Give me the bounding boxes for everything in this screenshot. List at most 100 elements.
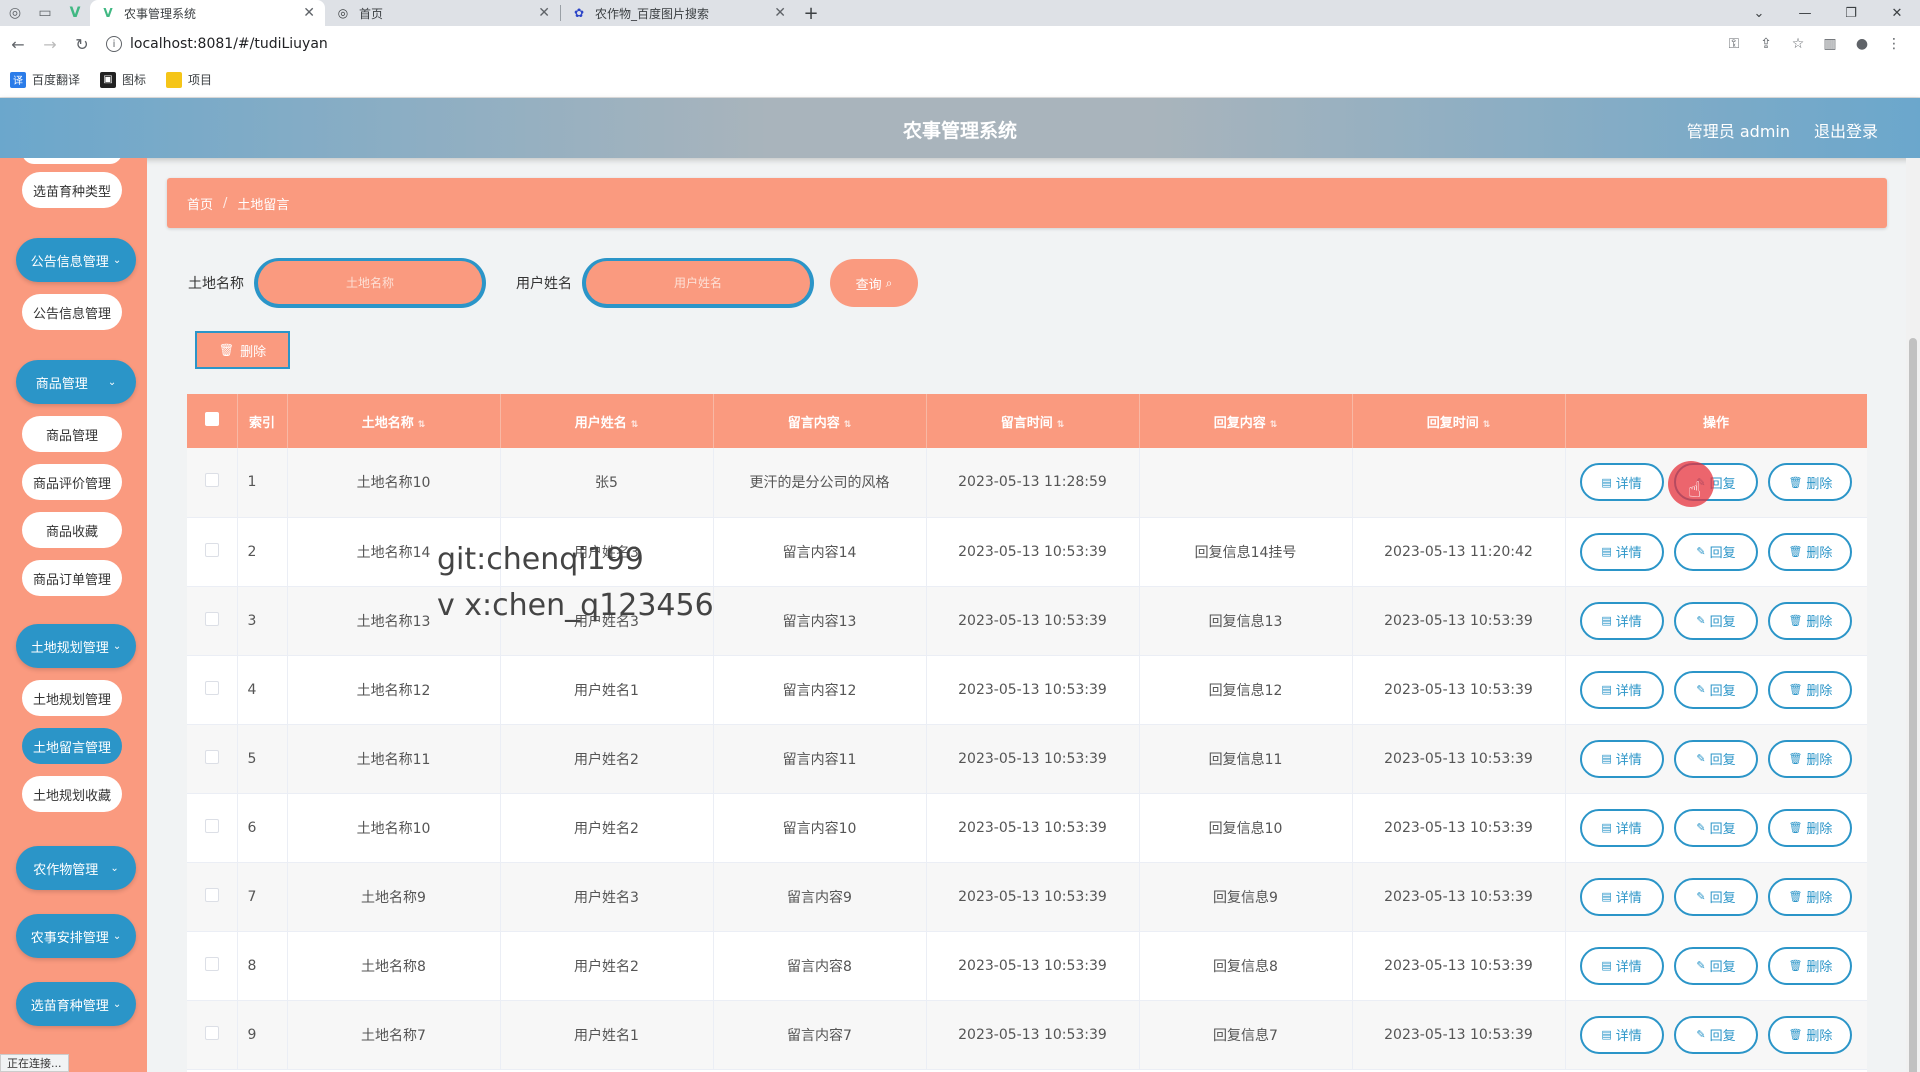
blank-tab-icon[interactable]: ▭ (30, 0, 60, 26)
table-row[interactable]: 9 土地名称7 用户姓名1 留言内容7 2023-05-13 10:53:39 回复信息7… (187, 1000, 1867, 1069)
sidebar-group-crop[interactable]: 农作物管理 ⌄ (16, 846, 136, 890)
sidebar-group-goods[interactable]: 商品管理 ⌄ (16, 360, 136, 404)
menu-icon[interactable]: ⋮ (1878, 36, 1910, 52)
table-row[interactable]: 1 土地名称10 张5 更汗的是分公司的风格 2023-05-13 11:28:59 ▤… (187, 448, 1867, 517)
table-row[interactable]: 5 土地名称11 用户姓名2 留言内容11 2023-05-13 10:53:39 回复信… (187, 724, 1867, 793)
sidebar-item-notice[interactable]: 公告信息管理 (22, 294, 122, 330)
detail-button[interactable]: ▤ 详情 (1579, 601, 1664, 640)
bookmark-project[interactable]: 项目 (166, 71, 212, 88)
row-checkbox[interactable] (204, 749, 219, 764)
delete-button[interactable]: 🗑 删除 (1768, 1015, 1853, 1054)
restore-icon[interactable]: ❐ (1828, 0, 1874, 26)
sidebar-item-goods-favorite[interactable]: 商品收藏 (22, 512, 122, 548)
column-header-reply[interactable]: 回复内容 ⇅ (1139, 394, 1353, 448)
close-icon[interactable]: ✕ (303, 5, 315, 21)
column-header-land[interactable]: 土地名称 ⇅ (287, 394, 501, 448)
delete-button[interactable]: 🗑 删除 (1768, 946, 1853, 985)
reply-button[interactable]: ✎回复 (1674, 1015, 1758, 1054)
row-checkbox[interactable] (204, 473, 219, 488)
info-icon[interactable]: i (106, 36, 122, 52)
page-scrollbar[interactable] (1906, 158, 1920, 1072)
new-tab-icon[interactable]: + (796, 0, 826, 26)
sidebar-item-goods-order[interactable]: 商品订单管理 (22, 560, 122, 596)
delete-button[interactable]: 🗑 删除 (1768, 463, 1853, 502)
table-row[interactable]: 6 土地名称10 用户姓名2 留言内容10 2023-05-13 10:53:39 回复信… (187, 793, 1867, 862)
table-row[interactable]: 2 土地名称14 用户姓名3 留言内容14 2023-05-13 10:53:39 回复信… (187, 517, 1867, 586)
sort-icon[interactable]: ⇅ (418, 420, 426, 430)
forward-icon[interactable]: → (36, 30, 64, 58)
sidebar-group-notice[interactable]: 公告信息管理 ⌄ (16, 238, 136, 282)
sidepanel-icon[interactable]: ▥ (1814, 36, 1846, 52)
batch-delete-button[interactable]: 🗑 删除 (195, 331, 290, 369)
delete-button[interactable]: 🗑 删除 (1768, 532, 1853, 571)
delete-button[interactable]: 🗑 删除 (1768, 808, 1853, 847)
sidebar-item-goods[interactable]: 商品管理 (22, 416, 122, 452)
close-window-icon[interactable]: ✕ (1874, 0, 1920, 26)
chevron-down-icon[interactable]: ⌄ (1736, 0, 1782, 26)
table-row[interactable]: 3 土地名称13 用户姓名3 留言内容13 2023-05-13 10:53:39 回复信… (187, 586, 1867, 655)
detail-button[interactable]: ▤ 详情 (1579, 877, 1664, 916)
logout-link[interactable]: 退出登录 (1814, 118, 1878, 142)
detail-button[interactable]: ▤ 详情 (1579, 532, 1664, 571)
column-header-reply-time[interactable]: 回复时间 ⇅ (1352, 394, 1566, 448)
table-row[interactable]: 8 土地名称8 用户姓名2 留言内容8 2023-05-13 10:53:39 回复信息8… (187, 931, 1867, 1000)
column-header-content[interactable]: 留言内容 ⇅ (713, 394, 927, 448)
key-icon[interactable]: ⚿ (1718, 36, 1750, 52)
row-checkbox[interactable] (204, 611, 219, 626)
row-checkbox[interactable] (204, 542, 219, 557)
sidebar-item-land-plan[interactable]: 土地规划管理 (22, 680, 122, 716)
row-checkbox[interactable] (204, 956, 219, 971)
breadcrumb-home[interactable]: 首页 (187, 194, 213, 213)
sort-icon[interactable]: ⇅ (1057, 420, 1065, 430)
sort-icon[interactable]: ⇅ (844, 420, 852, 430)
detail-button[interactable]: ▤ 详情 (1579, 1015, 1664, 1054)
reload-icon[interactable]: ↻ (68, 30, 96, 58)
row-checkbox[interactable] (204, 680, 219, 695)
sort-icon[interactable]: ⇅ (631, 420, 639, 430)
reply-button[interactable]: ✎回复 (1674, 946, 1758, 985)
delete-button[interactable]: 🗑 删除 (1768, 601, 1853, 640)
delete-button[interactable]: 🗑 删除 (1768, 877, 1853, 916)
row-checkbox[interactable] (204, 887, 219, 902)
tab-home[interactable]: ◎ 首页 ✕ (325, 0, 560, 26)
sidebar-item-seedling-type[interactable]: 选苗育种类型 (22, 172, 122, 208)
row-checkbox[interactable] (204, 1025, 219, 1040)
search-button[interactable]: 查询 ⌕ (830, 259, 918, 307)
profile-icon[interactable]: ● (1846, 36, 1878, 52)
detail-button[interactable]: ▤ 详情 (1579, 463, 1664, 502)
column-header-time[interactable]: 留言时间 ⇅ (926, 394, 1140, 448)
reply-button[interactable]: ✎回复 (1674, 532, 1758, 571)
detail-button[interactable]: ▤ 详情 (1579, 739, 1664, 778)
bookmark-icons[interactable]: ▣ 图标 (100, 71, 146, 88)
detail-button[interactable]: ▤ 详情 (1579, 670, 1664, 709)
delete-button[interactable]: 🗑 删除 (1768, 670, 1853, 709)
detail-button[interactable]: ▤ 详情 (1579, 946, 1664, 985)
sidebar-item-goods-review[interactable]: 商品评价管理 (22, 464, 122, 500)
sidebar-item-clipped[interactable] (22, 158, 122, 164)
sort-icon[interactable]: ⇅ (1270, 420, 1278, 430)
delete-button[interactable]: 🗑 删除 (1768, 739, 1853, 778)
scrollbar-thumb[interactable] (1909, 338, 1917, 1072)
minimize-icon[interactable]: — (1782, 0, 1828, 26)
reply-button[interactable]: ✎回复 (1674, 808, 1758, 847)
select-all-checkbox[interactable] (204, 412, 219, 426)
column-header-user[interactable]: 用户姓名 ⇅ (500, 394, 714, 448)
globe-icon[interactable]: ◎ (0, 0, 30, 26)
reply-button[interactable]: ✎回复 (1674, 739, 1758, 778)
url-field[interactable]: i localhost:8081/#/tudiLiuyan (106, 30, 1706, 58)
land-name-input[interactable] (254, 258, 486, 308)
close-icon[interactable]: ✕ (538, 5, 550, 21)
reply-button[interactable]: ✎回复 (1674, 601, 1758, 640)
vue-icon[interactable]: V (60, 0, 90, 26)
back-icon[interactable]: ← (4, 30, 32, 58)
star-icon[interactable]: ☆ (1782, 36, 1814, 52)
user-name-input[interactable] (582, 258, 814, 308)
tab-farm-system[interactable]: V 农事管理系统 ✕ (90, 0, 325, 26)
sidebar-group-farm-schedule[interactable]: 农事安排管理 ⌄ (16, 914, 136, 958)
detail-button[interactable]: ▤ 详情 (1579, 808, 1664, 847)
sidebar-item-land-message[interactable]: 土地留言管理 (22, 728, 122, 764)
bookmark-baidu-translate[interactable]: 译 百度翻译 (10, 71, 80, 88)
sidebar-group-seedling[interactable]: 选苗育种管理 ⌄ (16, 982, 136, 1026)
table-row[interactable]: 4 土地名称12 用户姓名1 留言内容12 2023-05-13 10:53:39 回复信… (187, 655, 1867, 724)
reply-button[interactable]: ✎回复 (1674, 877, 1758, 916)
